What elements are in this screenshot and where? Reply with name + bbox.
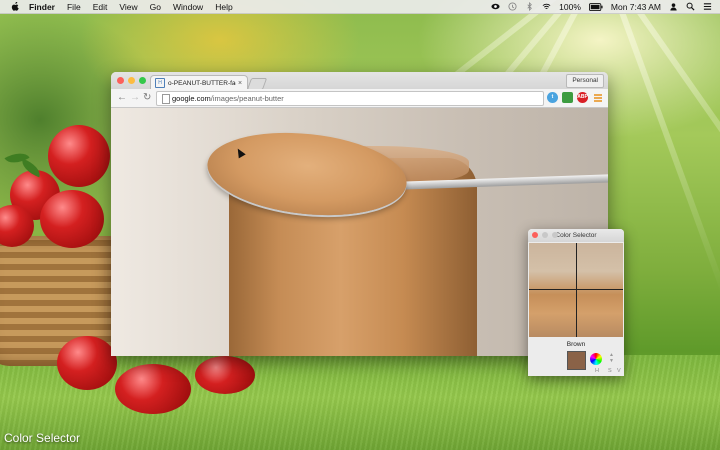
color-selector-window: Color Selector Brown ▲ ▼ H S V	[528, 229, 624, 376]
apple	[195, 356, 255, 394]
green-extension-icon[interactable]	[562, 92, 573, 103]
eye-icon[interactable]	[491, 2, 500, 11]
menu-finder[interactable]: Finder	[29, 2, 55, 12]
apple	[40, 190, 104, 248]
hsv-label-v: V	[617, 368, 621, 374]
menu-icon[interactable]	[593, 93, 603, 103]
page-icon	[162, 94, 170, 104]
apple-menu-icon[interactable]	[11, 2, 20, 11]
battery-icon[interactable]	[588, 2, 603, 11]
forward-icon[interactable]: →	[130, 92, 140, 104]
picker-minimize-button[interactable]	[542, 232, 548, 238]
apple	[48, 125, 110, 187]
tab-close-icon[interactable]: ×	[238, 80, 242, 87]
magnifier-loupe	[529, 243, 623, 337]
tab-strip: H o-PEANUT-BUTTER-faceb × Personal	[111, 72, 608, 90]
color-selector-titlebar[interactable]: Color Selector	[528, 229, 624, 242]
menu-bar: Finder File Edit View Go Window Help 100…	[0, 0, 720, 14]
menu-clock[interactable]: Mon 7:43 AM	[611, 2, 661, 12]
hsv-label-h: H	[595, 368, 599, 374]
list-icon[interactable]	[703, 2, 712, 11]
apple	[115, 364, 191, 414]
twitter-extension-icon[interactable]: t	[547, 92, 558, 103]
time-machine-icon[interactable]	[508, 2, 517, 11]
back-icon[interactable]: ←	[117, 92, 127, 104]
address-bar[interactable]: google.com/images/peanut-butter	[156, 91, 544, 106]
tab-favicon: H	[155, 78, 165, 88]
window-close-button[interactable]	[117, 77, 124, 84]
menu-view[interactable]: View	[119, 2, 137, 12]
browser-tab[interactable]: H o-PEANUT-BUTTER-faceb ×	[150, 75, 248, 90]
user-icon[interactable]	[669, 2, 678, 11]
menu-file[interactable]: File	[67, 2, 81, 12]
crosshair-vertical	[576, 243, 577, 337]
menu-go[interactable]: Go	[150, 2, 161, 12]
window-minimize-button[interactable]	[128, 77, 135, 84]
window-zoom-button[interactable]	[139, 77, 146, 84]
color-wheel-icon[interactable]	[590, 353, 602, 365]
search-icon[interactable]	[686, 2, 695, 11]
color-selector-title: Color Selector	[555, 232, 597, 239]
color-name-label: Brown	[566, 341, 586, 348]
menu-help[interactable]: Help	[215, 2, 232, 12]
menu-window[interactable]: Window	[173, 2, 203, 12]
battery-percent: 100%	[559, 1, 581, 12]
hsv-label-s: S	[608, 368, 612, 374]
tab-title: o-PEANUT-BUTTER-faceb	[168, 79, 236, 87]
wifi-icon[interactable]	[542, 2, 551, 11]
adblock-extension-icon[interactable]: ABP	[577, 92, 588, 103]
color-swatch[interactable]	[567, 351, 586, 370]
status-area: 100% Mon 7:43 AM	[491, 0, 712, 13]
apple	[57, 336, 117, 390]
hsv-stepper[interactable]: ▲ ▼	[609, 352, 614, 364]
menu-edit[interactable]: Edit	[93, 2, 108, 12]
reload-icon[interactable]: ↻	[143, 92, 151, 104]
caption-text: Color Selector	[4, 431, 81, 445]
profile-button[interactable]: Personal	[566, 74, 604, 88]
url-text: google.com/images/peanut-butter	[172, 94, 284, 103]
browser-toolbar: ← → ↻ google.com/images/peanut-butter t …	[111, 89, 608, 108]
picker-close-button[interactable]	[532, 232, 538, 238]
bluetooth-icon[interactable]	[525, 2, 534, 11]
picker-zoom-button[interactable]	[552, 232, 558, 238]
